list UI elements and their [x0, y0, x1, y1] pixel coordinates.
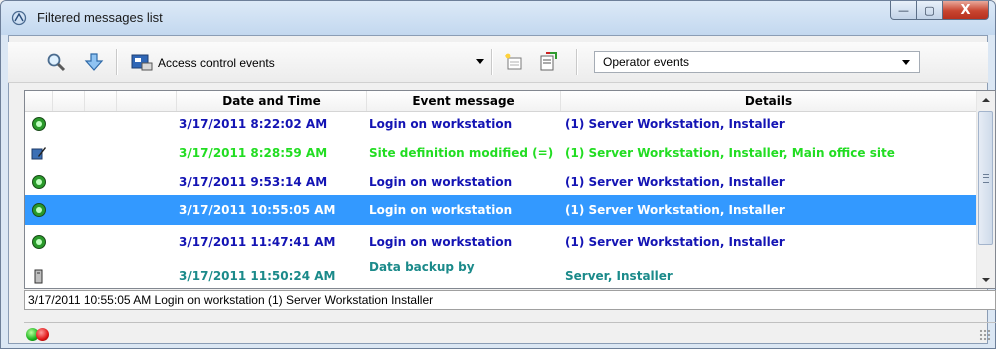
row-icon — [31, 227, 49, 257]
red-led-icon — [36, 328, 49, 341]
scroll-up-button[interactable] — [977, 91, 994, 108]
operator-events-dropdown[interactable]: Operator events — [594, 51, 920, 73]
row-icon — [31, 136, 49, 170]
title-bar[interactable]: Filtered messages list — ▢ X — [1, 1, 995, 35]
chevron-down-icon[interactable] — [902, 60, 910, 65]
down-arrow-icon — [84, 53, 104, 71]
edit-site-icon — [31, 147, 46, 160]
row-message: Data backup by — [369, 260, 475, 274]
table-row[interactable]: 3/17/2011 11:47:41 AM Login on workstati… — [25, 227, 977, 257]
arrow-down-icon — [981, 277, 990, 282]
table-row-selected[interactable]: 3/17/2011 10:55:05 AM Login on workstati… — [25, 195, 977, 225]
row-date: 3/17/2011 10:55:05 AM — [179, 203, 336, 217]
event-category-value: Access control events — [158, 56, 275, 70]
scroll-thumb[interactable] — [978, 111, 993, 245]
list-header: Date and Time Event message Details — [25, 91, 977, 112]
toolbar-separator — [576, 49, 578, 75]
column-header-message[interactable]: Event message — [367, 91, 561, 111]
export-button[interactable] — [536, 50, 560, 74]
row-details: (1) Server Workstation, Installer — [565, 117, 785, 131]
maximize-button[interactable]: ▢ — [917, 1, 943, 20]
workstation-login-icon — [32, 175, 46, 189]
row-details: (1) Server Workstation, Installer — [565, 235, 785, 249]
operator-events-value: Operator events — [603, 55, 690, 69]
window-title: Filtered messages list — [37, 10, 163, 25]
column-header-date[interactable]: Date and Time — [177, 91, 367, 111]
new-item-icon — [505, 53, 522, 70]
row-message: Login on workstation — [369, 116, 513, 131]
minimize-button[interactable]: — — [890, 1, 917, 20]
row-icon — [31, 195, 49, 225]
header-blank[interactable] — [117, 91, 177, 111]
row-icon — [31, 261, 49, 288]
vertical-scrollbar[interactable] — [976, 91, 995, 288]
maximize-icon: ▢ — [924, 3, 935, 17]
row-details: (1) Server Workstation, Installer — [565, 175, 785, 189]
header-blank[interactable] — [53, 91, 85, 111]
row-message: Login on workstation — [369, 234, 513, 249]
table-row[interactable]: 3/17/2011 8:22:02 AM Login on workstatio… — [25, 112, 977, 136]
export-icon — [540, 52, 557, 71]
resize-grip-icon[interactable] — [979, 329, 991, 341]
access-control-icon — [131, 54, 153, 71]
row-icon — [31, 170, 49, 194]
messages-list[interactable]: Date and Time Event message Details 3/17… — [24, 90, 996, 289]
backup-tower-icon — [34, 269, 43, 284]
search-button[interactable] — [44, 50, 68, 74]
row-date: 3/17/2011 11:47:41 AM — [179, 235, 336, 249]
chevron-down-icon[interactable] — [476, 59, 484, 64]
row-date: 3/17/2011 9:53:14 AM — [179, 175, 328, 189]
selected-message-summary: 3/17/2011 10:55:05 AM Login on workstati… — [24, 290, 996, 310]
scroll-to-latest-button[interactable] — [82, 50, 106, 74]
table-row[interactable]: 3/17/2011 8:28:59 AM Site definition mod… — [25, 136, 977, 170]
workstation-login-icon — [32, 203, 46, 217]
header-blank[interactable] — [25, 91, 53, 111]
magnifier-icon — [47, 53, 66, 72]
toolbar-separator — [116, 49, 118, 75]
scroll-down-button[interactable] — [977, 271, 994, 288]
event-category-dropdown[interactable]: Access control events — [126, 53, 486, 73]
minimize-icon: — — [898, 3, 909, 17]
close-icon: X — [960, 2, 971, 18]
column-header-details[interactable]: Details — [561, 91, 977, 111]
row-details: Server, Installer — [565, 269, 673, 283]
row-message: Login on workstation — [369, 174, 513, 189]
row-details: (1) Server Workstation, Installer — [565, 203, 785, 217]
app-logo-icon — [11, 10, 27, 26]
toolbar: Access control events Operator events — [8, 42, 988, 83]
row-date: 3/17/2011 11:50:24 AM — [179, 269, 336, 283]
close-button[interactable]: X — [943, 1, 989, 20]
status-bar — [24, 322, 996, 345]
row-icon — [31, 112, 49, 136]
new-item-button[interactable] — [502, 50, 526, 74]
grip-icon — [983, 174, 989, 183]
row-details: (1) Server Workstation, Installer, Main … — [565, 146, 895, 160]
workstation-login-icon — [32, 117, 46, 131]
toolbar-separator — [491, 49, 493, 75]
row-date: 3/17/2011 8:28:59 AM — [179, 146, 328, 160]
table-row[interactable]: 3/17/2011 11:50:24 AM Data backup by Ser… — [25, 260, 977, 288]
window-controls: — ▢ X — [890, 1, 989, 21]
row-message: Site definition modified (=) — [369, 145, 554, 160]
header-blank[interactable] — [85, 91, 117, 111]
row-message: Login on workstation — [369, 202, 513, 217]
row-date: 3/17/2011 8:22:02 AM — [179, 117, 328, 131]
workstation-login-icon — [32, 235, 46, 249]
arrow-up-icon — [981, 97, 990, 102]
table-row[interactable]: 3/17/2011 9:53:14 AM Login on workstatio… — [25, 170, 977, 194]
